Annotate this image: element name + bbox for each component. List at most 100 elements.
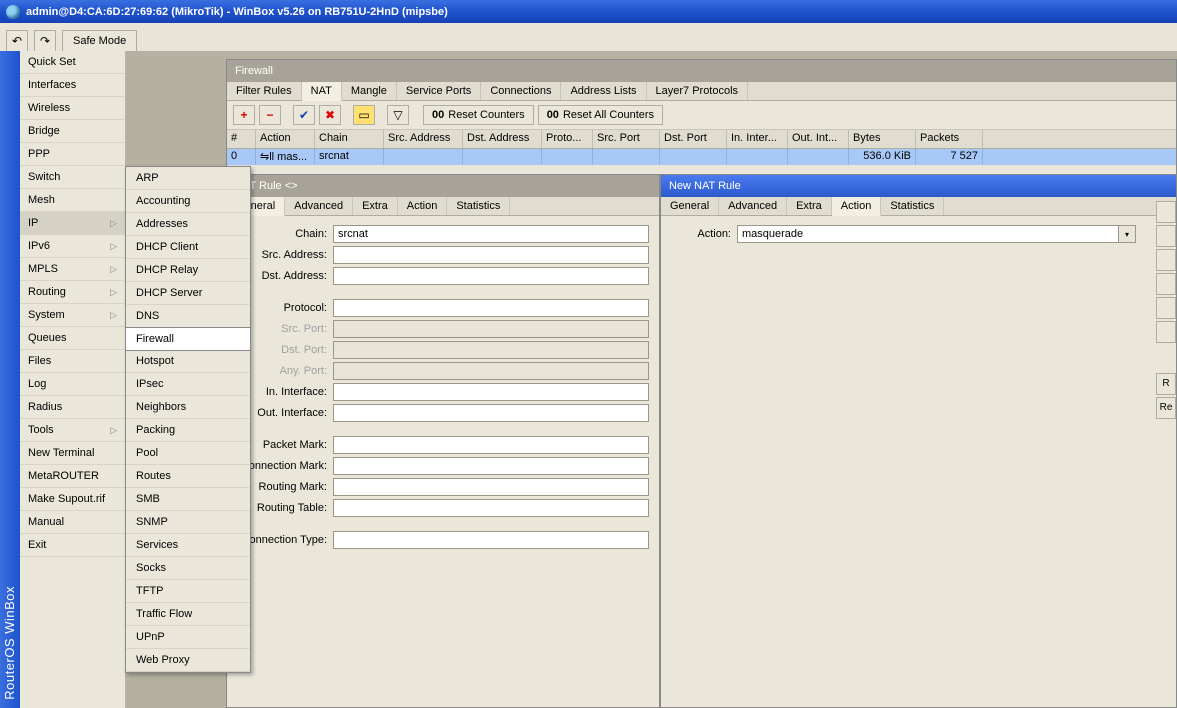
col-header[interactable]: Action [256,130,315,148]
submenu-item-ipsec[interactable]: IPsec [126,373,250,396]
submenu-item-dhcp-client[interactable]: DHCP Client [126,236,250,259]
submenu-item-dhcp-relay[interactable]: DHCP Relay [126,259,250,282]
submenu-item-socks[interactable]: Socks [126,557,250,580]
submenu-item-accounting[interactable]: Accounting [126,190,250,213]
menu-item-mpls[interactable]: MPLS▷ [20,258,125,281]
col-header[interactable]: In. Inter... [727,130,788,148]
submenu-item-smb[interactable]: SMB [126,488,250,511]
chain-input[interactable] [333,225,649,243]
col-header[interactable]: Proto... [542,130,593,148]
enable-button[interactable]: ✔ [293,105,315,125]
reset-all-counters-button[interactable]: 00 Reset All Counters [538,105,663,125]
menu-item-switch[interactable]: Switch [20,166,125,189]
submenu-item-traffic-flow[interactable]: Traffic Flow [126,603,250,626]
submenu-item-services[interactable]: Services [126,534,250,557]
menu-item-ipv6[interactable]: IPv6▷ [20,235,125,258]
submenu-item-dns[interactable]: DNS [126,305,250,328]
menu-item-metarouter[interactable]: MetaROUTER [20,465,125,488]
submenu-item-addresses[interactable]: Addresses [126,213,250,236]
menu-item-files[interactable]: Files [20,350,125,373]
in-interface-input[interactable] [333,383,649,401]
menu-item-tools[interactable]: Tools▷ [20,419,125,442]
newnat-tab-general[interactable]: General [661,197,719,215]
col-header[interactable]: Src. Port [593,130,660,148]
disable-button[interactable]: ✖ [319,105,341,125]
newnat-tab-extra[interactable]: Extra [787,197,832,215]
menu-item-interfaces[interactable]: Interfaces [20,74,125,97]
routing-mark-input[interactable] [333,478,649,496]
nat-tab-extra[interactable]: Extra [353,197,398,215]
newnat-tab-statistics[interactable]: Statistics [881,197,944,215]
submenu-item-tftp[interactable]: TFTP [126,580,250,603]
submenu-item-packing[interactable]: Packing [126,419,250,442]
grid-row[interactable]: 0⇋ll mas...srcnat536.0 KiB7 527 [227,149,1176,165]
submenu-item-routes[interactable]: Routes [126,465,250,488]
menu-item-ppp[interactable]: PPP [20,143,125,166]
col-header[interactable]: Src. Address [384,130,463,148]
tab-nat[interactable]: NAT [302,82,342,101]
newnat-tab-advanced[interactable]: Advanced [719,197,787,215]
side-button-r[interactable]: R [1156,373,1176,395]
side-button-re[interactable]: Re [1156,397,1176,419]
menu-item-mesh[interactable]: Mesh [20,189,125,212]
col-header[interactable]: Bytes [849,130,916,148]
tab-connections[interactable]: Connections [481,82,561,100]
side-button-2[interactable] [1156,225,1176,247]
safe-mode-button[interactable]: Safe Mode [62,30,137,52]
add-button[interactable]: + [233,105,255,125]
col-header[interactable]: Out. Int... [788,130,849,148]
nat-tab-advanced[interactable]: Advanced [285,197,353,215]
remove-button[interactable]: − [259,105,281,125]
menu-item-manual[interactable]: Manual [20,511,125,534]
submenu-item-neighbors[interactable]: Neighbors [126,396,250,419]
menu-item-make-supout.rif[interactable]: Make Supout.rif [20,488,125,511]
menu-item-exit[interactable]: Exit [20,534,125,557]
side-button-5[interactable] [1156,297,1176,319]
menu-item-quick-set[interactable]: Quick Set [20,51,125,74]
menu-item-wireless[interactable]: Wireless [20,97,125,120]
submenu-item-arp[interactable]: ARP [126,167,250,190]
submenu-item-hotspot[interactable]: Hotspot [126,350,250,373]
routing-table-input[interactable] [333,499,649,517]
tab-address-lists[interactable]: Address Lists [561,82,646,100]
dst-address-input[interactable] [333,267,649,285]
menu-item-routing[interactable]: Routing▷ [20,281,125,304]
connection-mark-input[interactable] [333,457,649,475]
packet-mark-input[interactable] [333,436,649,454]
side-button-4[interactable] [1156,273,1176,295]
reset-counters-button[interactable]: 00 Reset Counters [423,105,534,125]
src-address-input[interactable] [333,246,649,264]
undo-button[interactable]: ↶ [6,30,28,52]
nat-tab-action[interactable]: Action [398,197,448,215]
side-button-3[interactable] [1156,249,1176,271]
submenu-item-snmp[interactable]: SNMP [126,511,250,534]
menu-item-queues[interactable]: Queues [20,327,125,350]
action-dropdown-icon[interactable]: ▾ [1118,225,1136,243]
comment-button[interactable]: ▭ [353,105,375,125]
menu-item-log[interactable]: Log [20,373,125,396]
tab-mangle[interactable]: Mangle [342,82,397,100]
side-button-1[interactable] [1156,201,1176,223]
nat-tab-statistics[interactable]: Statistics [447,197,510,215]
submenu-item-dhcp-server[interactable]: DHCP Server [126,282,250,305]
col-header[interactable]: Dst. Port [660,130,727,148]
tab-filter-rules[interactable]: Filter Rules [227,82,302,100]
action-select[interactable] [737,225,1119,243]
side-button-6[interactable] [1156,321,1176,343]
newnat-tab-action[interactable]: Action [832,197,882,216]
submenu-item-web-proxy[interactable]: Web Proxy [126,649,250,672]
col-header[interactable]: Packets [916,130,983,148]
tab-layer7-protocols[interactable]: Layer7 Protocols [647,82,749,100]
menu-item-system[interactable]: System▷ [20,304,125,327]
menu-item-new-terminal[interactable]: New Terminal [20,442,125,465]
submenu-item-pool[interactable]: Pool [126,442,250,465]
out-interface-input[interactable] [333,404,649,422]
protocol-input[interactable] [333,299,649,317]
filter-button[interactable]: ▽ [387,105,409,125]
menu-item-bridge[interactable]: Bridge [20,120,125,143]
submenu-item-upnp[interactable]: UPnP [126,626,250,649]
col-header[interactable]: Chain [315,130,384,148]
col-header[interactable]: Dst. Address [463,130,542,148]
col-header[interactable]: # [227,130,256,148]
menu-item-ip[interactable]: IP▷ [20,212,125,235]
